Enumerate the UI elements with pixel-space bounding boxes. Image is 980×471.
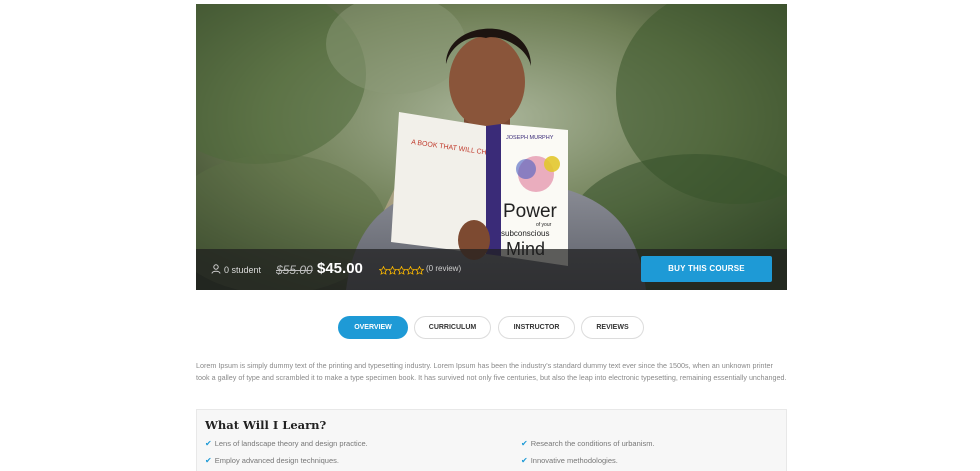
course-hero-image: A BOOK THAT WILL CHANGE YOUR LIFE JOSEPH… (196, 4, 787, 290)
user-icon (211, 264, 221, 274)
tab-overview[interactable]: OVERVIEW (338, 316, 408, 339)
learn-item: ✔ Research the conditions of urbanism. (521, 439, 655, 449)
learn-item-text: Employ advanced design techniques. (214, 456, 339, 465)
learn-item-text: Lens of landscape theory and design prac… (214, 439, 368, 448)
check-icon: ✔ (521, 456, 528, 465)
tab-curriculum[interactable]: CURRICULUM (414, 316, 491, 339)
star-icon (406, 266, 415, 275)
star-icon (397, 266, 406, 275)
tab-instructor[interactable]: INSTRUCTOR (498, 316, 575, 339)
buy-course-button[interactable]: BUY THIS COURSE (641, 256, 772, 282)
book-title-power: Power (503, 201, 558, 222)
star-icon (379, 266, 388, 275)
check-icon: ✔ (205, 456, 212, 465)
learn-title: What Will I Learn? (205, 418, 327, 432)
course-description: Lorem Ipsum is simply dummy text of the … (196, 361, 787, 382)
reviews-count[interactable]: (0 review) (426, 261, 461, 277)
students-text: 0 student (224, 265, 262, 275)
tab-reviews[interactable]: REVIEWS (581, 316, 644, 339)
learn-item-text: Research the conditions of urbanism. (530, 439, 655, 448)
learn-item: ✔ Employ advanced design techniques. (205, 456, 339, 466)
old-price: $55.00 (276, 263, 313, 277)
learn-item: ✔ Lens of landscape theory and design pra… (205, 439, 368, 449)
book-author: JOSEPH MURPHY (506, 135, 554, 141)
rating-stars (379, 262, 424, 276)
check-icon: ✔ (521, 439, 528, 448)
book-title-subconscious: subconscious (501, 229, 549, 238)
hero-photo: A BOOK THAT WILL CHANGE YOUR LIFE JOSEPH… (196, 4, 787, 290)
star-icon (388, 266, 397, 275)
price-bar: 0 student $55.00 $45.00 (0 review) BUY T… (196, 249, 787, 290)
star-icon (415, 266, 424, 275)
new-price: $45.00 (317, 260, 363, 277)
learn-item-text: Innovative methodologies. (530, 456, 618, 465)
check-icon: ✔ (205, 439, 212, 448)
learn-box: What Will I Learn? ✔ Lens of landscape th… (196, 409, 787, 471)
book-title-of: of your (536, 222, 552, 228)
students-count: 0 student (211, 262, 261, 278)
learn-item: ✔ Innovative methodologies. (521, 456, 618, 466)
